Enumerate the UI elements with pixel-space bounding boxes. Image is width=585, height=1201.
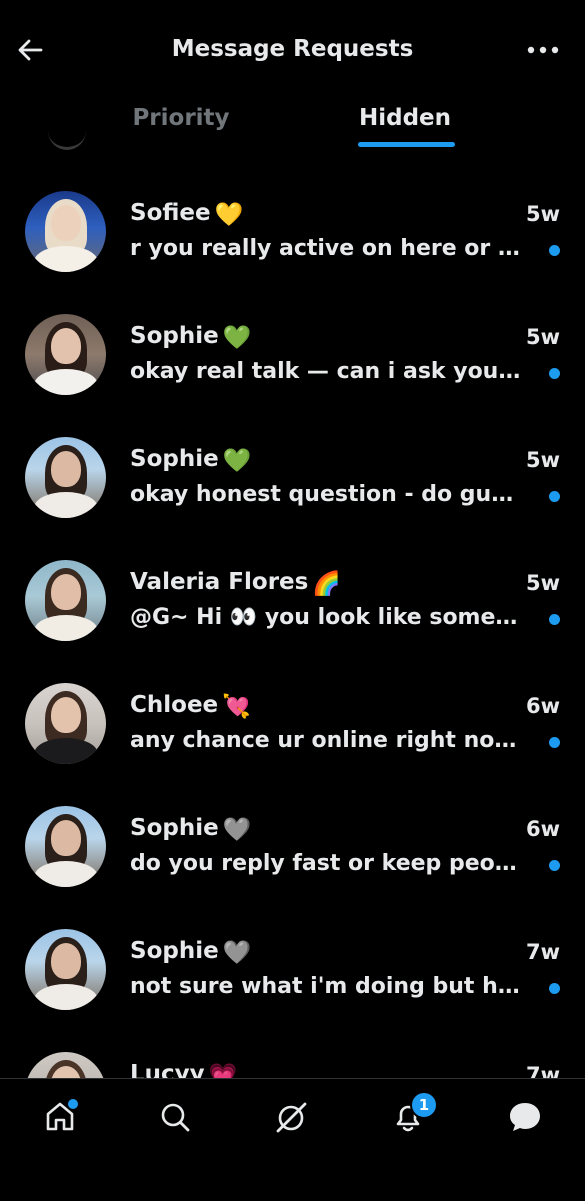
heart-emoji: 🩶 [222, 940, 252, 966]
message-preview: okay honest question - do guys... [130, 482, 522, 507]
unread-indicator [549, 737, 560, 748]
sender-name: Sofiee 💛 [130, 200, 244, 228]
tab-priority[interactable]: Priority [106, 90, 256, 146]
conversation-row[interactable]: Valeria Flores 🌈 5w @G~ Hi 👀 you look lik… [0, 539, 585, 649]
sender-name: Valeria Flores 🌈 [130, 569, 341, 597]
conversation-list: Sofiee 💛 5w r you really active on here o… [0, 170, 585, 1080]
timestamp: 5w [525, 325, 560, 349]
avatar [25, 929, 106, 1010]
unread-indicator [549, 491, 560, 502]
timestamp: 5w [525, 571, 560, 595]
conversation-row[interactable]: Lucyy 💗 7w [0, 1031, 585, 1080]
heart-emoji: 💘 [222, 694, 251, 720]
nav-notifications[interactable]: 1 [388, 1091, 438, 1137]
avatar [25, 314, 106, 395]
heart-emoji: 💛 [214, 202, 244, 228]
nav-home[interactable] [40, 1097, 80, 1137]
heart-emoji: 💚 [222, 325, 252, 351]
unread-indicator [549, 368, 560, 379]
conversation-row[interactable]: Chloee 💘 6w any chance ur online right no… [0, 662, 585, 772]
conversation-row[interactable]: Sophie 🩶 7w not sure what i'm doing but h… [0, 908, 585, 1018]
tab-bar: Priority Hidden [0, 90, 585, 148]
avatar [48, 106, 86, 150]
conversation-row[interactable]: Sophie 💚 5w okay honest question - do guy… [0, 416, 585, 526]
timestamp: 6w [525, 817, 560, 841]
avatar [25, 191, 106, 272]
nav-search[interactable] [155, 1097, 195, 1137]
conversation-row[interactable]: Sofiee 💛 5w r you really active on here o… [0, 170, 585, 280]
heart-emoji: 🌈 [312, 571, 341, 597]
more-options-button[interactable] [525, 36, 561, 64]
avatar [25, 1052, 106, 1080]
top-bar: Message Requests [0, 0, 585, 100]
avatar [25, 683, 106, 764]
timestamp: 6w [525, 694, 560, 718]
grok-icon [276, 1102, 307, 1133]
unread-indicator [549, 983, 560, 994]
timestamp: 5w [525, 448, 560, 472]
unread-indicator [549, 614, 560, 625]
active-tab-indicator [358, 142, 455, 147]
notification-count-badge: 1 [410, 1091, 438, 1119]
message-preview: okay real talk — can i ask you s... [130, 359, 522, 384]
search-icon [161, 1103, 190, 1132]
message-preview: not sure what i'm doing but hey! [130, 974, 522, 999]
conversation-row[interactable]: Sophie 💚 5w okay real talk — can i ask yo… [0, 293, 585, 403]
bottom-navigation: 1 [0, 1078, 585, 1201]
heart-emoji: 🩶 [222, 817, 252, 843]
messages-icon [510, 1103, 540, 1131]
sender-name: Sophie 💚 [130, 446, 252, 474]
avatar [25, 437, 106, 518]
unread-indicator [549, 860, 560, 871]
tab-hidden[interactable]: Hidden [330, 90, 480, 146]
nav-grok[interactable] [272, 1097, 312, 1137]
heart-emoji: 💚 [222, 448, 252, 474]
sender-name: Sophie 🩶 [130, 815, 252, 843]
timestamp: 5w [525, 202, 560, 226]
home-notification-dot [66, 1097, 80, 1111]
avatar [25, 806, 106, 887]
message-preview: @G~ Hi 👀 you look like someo... [130, 605, 522, 630]
avatar [25, 560, 106, 641]
nav-messages[interactable] [505, 1097, 545, 1137]
timestamp: 7w [525, 940, 560, 964]
more-horizontal-icon [527, 46, 559, 54]
message-preview: any chance ur online right now... [130, 728, 522, 753]
message-preview: do you reply fast or keep peopl... [130, 851, 522, 876]
unread-indicator [549, 245, 560, 256]
conversation-row[interactable]: Sophie 🩶 6w do you reply fast or keep peo… [0, 785, 585, 895]
page-title: Message Requests [171, 36, 414, 62]
sender-name: Sophie 💚 [130, 323, 252, 351]
sender-name: Chloee 💘 [130, 692, 251, 720]
message-preview: r you really active on here or do... [130, 236, 522, 261]
sender-name: Sophie 🩶 [130, 938, 252, 966]
